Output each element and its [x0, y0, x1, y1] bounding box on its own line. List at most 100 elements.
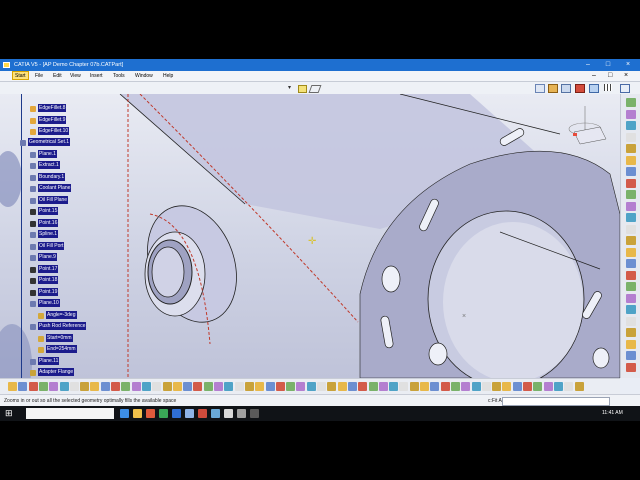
toolbar-tool-icon[interactable]	[492, 382, 502, 391]
toolbar-tool-icon[interactable]	[461, 382, 471, 391]
toolbar-tool-icon[interactable]	[317, 382, 326, 391]
toolbar-tool-icon[interactable]	[553, 382, 563, 391]
tree-node[interactable]: Plane.1	[38, 150, 57, 158]
tree-node[interactable]: Extract.1	[38, 161, 60, 169]
workbench-tool-icon[interactable]	[626, 259, 636, 268]
toolbar-tool-icon[interactable]	[337, 382, 347, 391]
toolbar-tool-icon[interactable]	[18, 382, 28, 391]
tree-node[interactable]: Spline.1	[38, 230, 59, 238]
tree-node[interactable]: Point.15	[38, 207, 59, 215]
sketch-tool-icon[interactable]	[298, 85, 307, 93]
workbench-tool-icon[interactable]	[626, 270, 636, 280]
workbench-tool-icon[interactable]	[626, 305, 636, 314]
toolbar-tool-icon[interactable]	[512, 382, 522, 391]
toolbar-tool-icon[interactable]	[69, 382, 79, 391]
workbench-tool-icon[interactable]	[626, 190, 636, 199]
toolbar-tool-icon[interactable]	[275, 382, 285, 391]
workbench-tool-icon[interactable]	[626, 109, 636, 119]
tree-node[interactable]: Oil Fill Plane	[38, 196, 69, 204]
toolbar-tool-icon[interactable]	[286, 382, 296, 391]
tree-node[interactable]: Plane.10	[38, 299, 60, 307]
workbench-tool-icon[interactable]	[626, 98, 636, 107]
workbench-tool-icon[interactable]	[626, 155, 636, 165]
tree-node[interactable]: Point.19	[38, 288, 59, 296]
doc-minimize-button[interactable]: –	[592, 71, 596, 81]
3d-viewport[interactable]: ✛ × EdgeFillet.8 EdgeFillet.9 EdgeFillet…	[0, 94, 620, 378]
taskbar-app-icon[interactable]	[211, 409, 220, 418]
toolbar-tool-icon[interactable]	[440, 382, 450, 391]
toolbar-tool-icon[interactable]	[255, 382, 265, 391]
toolbar-tool-icon[interactable]	[38, 382, 48, 391]
toolbar-tool-icon[interactable]	[49, 382, 59, 391]
taskbar-app-icon[interactable]	[250, 409, 259, 418]
toolbar-tool-icon[interactable]	[80, 382, 90, 391]
doc-close-button[interactable]: ×	[624, 71, 628, 81]
toolbar-tool-icon[interactable]	[450, 382, 460, 391]
close-button[interactable]: ×	[618, 59, 638, 71]
toolbar-tool-icon[interactable]	[368, 382, 378, 391]
toolbar-tool-icon[interactable]	[183, 382, 193, 391]
toolbar-tool-icon[interactable]	[399, 382, 409, 391]
taskbar-search-box[interactable]	[26, 408, 114, 419]
toolbar-tool-icon[interactable]	[389, 382, 399, 391]
render-style-icon[interactable]	[548, 84, 558, 93]
toolbar-tool-icon[interactable]	[358, 382, 368, 391]
taskbar-app-icon[interactable]	[237, 409, 246, 418]
taskbar-app-icon[interactable]	[172, 409, 181, 418]
toolbar-tool-icon[interactable]	[111, 382, 120, 391]
tree-node[interactable]: Push Rod Reference	[38, 322, 87, 330]
toolbar-tool-icon[interactable]	[8, 382, 17, 391]
menu-view[interactable]: View	[70, 71, 81, 81]
toolbar-tool-icon[interactable]	[420, 382, 429, 391]
tree-node[interactable]: Adapter Flange	[38, 368, 75, 376]
tree-node[interactable]: Point.17	[38, 265, 59, 273]
toolbar-tool-icon[interactable]	[28, 382, 38, 391]
tree-node[interactable]: End=254mm	[46, 345, 77, 353]
tree-node[interactable]: Geometrical Set.1	[28, 138, 71, 146]
workbench-tool-icon[interactable]	[626, 167, 636, 176]
taskbar-app-icon[interactable]	[198, 409, 207, 418]
toolbar-tool-icon[interactable]	[543, 382, 553, 391]
taskbar-app-icon[interactable]	[146, 409, 155, 418]
workbench-tool-icon[interactable]	[626, 328, 636, 337]
toolbar-tool-icon[interactable]	[296, 382, 306, 391]
toolbar-tool-icon[interactable]	[152, 382, 162, 391]
taskbar-app-icon[interactable]	[120, 409, 129, 418]
workbench-tool-icon[interactable]	[626, 178, 636, 188]
toolbar-tool-icon[interactable]	[203, 382, 213, 391]
taskbar-app-icon[interactable]	[133, 409, 142, 418]
toolbar-tool-icon[interactable]	[574, 382, 584, 391]
toolbar-tool-icon[interactable]	[162, 382, 172, 391]
tree-node[interactable]: Plane.11	[38, 357, 60, 365]
tree-node[interactable]: Oil Fill Port	[38, 242, 65, 250]
menu-window[interactable]: Window	[135, 71, 153, 81]
toolbar-tool-icon[interactable]	[244, 382, 254, 391]
windows-start-icon[interactable]: ⊞	[5, 408, 13, 419]
hide-show-icon[interactable]	[561, 84, 571, 93]
menu-tools[interactable]: Tools	[113, 71, 125, 81]
doc-restore-button[interactable]: □	[608, 71, 612, 81]
grid-icon[interactable]	[604, 84, 612, 91]
tree-node[interactable]: Boundary.1	[38, 173, 66, 181]
workbench-tool-icon[interactable]	[626, 316, 636, 326]
toolbar-tool-icon[interactable]	[564, 382, 574, 391]
toolbar-tool-icon[interactable]	[347, 382, 357, 391]
workbench-tool-icon[interactable]	[626, 201, 636, 211]
taskbar-clock[interactable]: 11:41 AM	[602, 406, 623, 421]
menu-file[interactable]: File	[35, 71, 43, 81]
workbench-tool-icon[interactable]	[626, 351, 636, 360]
toolbar-tool-icon[interactable]	[131, 382, 141, 391]
tree-node[interactable]: Point.16	[38, 219, 59, 227]
toolbar-tool-icon[interactable]	[224, 382, 234, 391]
tree-node[interactable]: EdgeFillet.8	[38, 104, 67, 112]
toolbar-tool-icon[interactable]	[59, 382, 69, 391]
toolbar-tool-icon[interactable]	[502, 382, 512, 391]
taskbar-app-icon[interactable]	[159, 409, 168, 418]
tree-node[interactable]: Coolant Plane	[38, 184, 72, 192]
tree-node[interactable]: EdgeFillet.10	[38, 127, 70, 135]
toolbar-tool-icon[interactable]	[378, 382, 388, 391]
toolbar-tool-icon[interactable]	[409, 382, 419, 391]
toolbar-tool-icon[interactable]	[481, 382, 491, 391]
workbench-tool-icon[interactable]	[626, 247, 636, 257]
apply-material-icon[interactable]	[589, 84, 599, 93]
